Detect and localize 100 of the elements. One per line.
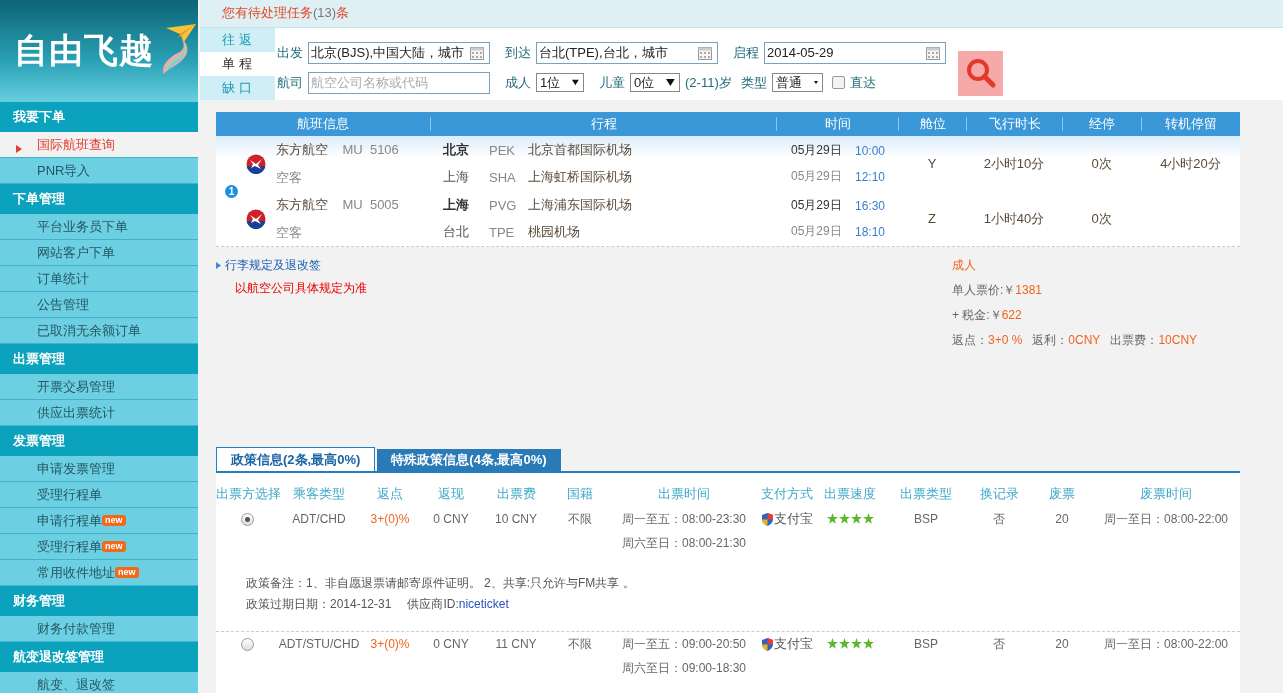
time-text: 12:10: [855, 169, 887, 184]
sidebar-item[interactable]: 订单统计: [0, 266, 198, 292]
column-header: 航班信息: [296, 117, 350, 131]
star-icon: [826, 513, 838, 524]
table-cell-text: 周六至日：08:00-21:30: [620, 535, 748, 552]
sidebar-item[interactable]: 受理行程单 new: [0, 534, 198, 560]
table-cell-text: 20: [1054, 636, 1070, 653]
airline-logo-icon: [246, 208, 266, 229]
time-text: 18:10: [855, 224, 887, 239]
star-icon: [826, 638, 838, 649]
sidebar-item[interactable]: 申请行程单 new: [0, 508, 198, 534]
shield-icon: [761, 512, 773, 526]
column-header: 废票时间: [1139, 485, 1193, 503]
stops-count: 0次: [1090, 209, 1113, 228]
departure-field[interactable]: 北京(BJS),中国大陆，城市: [308, 41, 490, 64]
sidebar-item-label: 网站客户下单: [37, 243, 115, 262]
field-label: 儿童: [599, 73, 625, 92]
sidebar-section-header[interactable]: 下单管理: [0, 184, 198, 214]
sidebar-item-label: 航变、退改签: [37, 675, 115, 693]
column-header: 乘客类型: [292, 485, 346, 503]
pending-tasks-notice[interactable]: 您有待处理任务(13)条: [222, 4, 350, 23]
calendar-icon[interactable]: [697, 44, 713, 61]
direct-checkbox[interactable]: [831, 76, 845, 90]
sidebar-item[interactable]: 公告管理: [0, 292, 198, 318]
sidebar-item-label: 国际航班查询: [37, 135, 115, 154]
sidebar-item-label: 常用收件地址: [37, 563, 115, 582]
sidebar-item-label: 平台业务员下单: [37, 217, 128, 236]
date-text: 05月29日: [791, 223, 843, 240]
rules-note: 以航空公司具体规定为准: [234, 280, 367, 297]
airport-name: 桃园机场: [528, 223, 581, 241]
calendar-icon[interactable]: [469, 44, 485, 61]
table-cell-text: 20: [1054, 511, 1070, 528]
radio-button[interactable]: [240, 513, 254, 526]
aircraft-type: 空客: [276, 168, 303, 187]
date-text: 05月29日: [791, 197, 843, 214]
sidebar-item-label: 财务付款管理: [37, 619, 115, 638]
column-header: 换记录: [978, 485, 1020, 503]
airline-field[interactable]: 航空公司名称或代码: [308, 71, 490, 94]
policy-tab[interactable]: 特殊政策信息(4条,最高0%): [377, 449, 561, 471]
sidebar-section-header[interactable]: 我要下单: [0, 102, 198, 132]
calendar-icon[interactable]: [925, 44, 941, 61]
table-cell-text: 周一至日：08:00-22:00: [1102, 636, 1230, 653]
column-header: 出票方选择: [216, 485, 278, 503]
sidebar-item[interactable]: 国际航班查询: [0, 132, 198, 158]
radio-button[interactable]: [240, 638, 254, 651]
column-header: 返现: [437, 485, 465, 503]
new-badge: new: [102, 515, 126, 526]
sidebar-item[interactable]: 受理行程单: [0, 482, 198, 508]
trip-type-tab[interactable]: 缺 口: [200, 75, 275, 100]
sidebar-item-label: 受理行程单: [37, 485, 102, 504]
table-cell-text: 周一至五：08:00-23:30: [620, 511, 748, 528]
baggage-rules-link[interactable]: 行李规定及退改签: [225, 257, 321, 274]
sidebar-section-header[interactable]: 发票管理: [0, 426, 198, 456]
column-header: 废票: [1048, 485, 1076, 503]
search-button[interactable]: [958, 50, 1003, 96]
date-text: 05月29日: [791, 142, 843, 159]
city: 上海: [443, 196, 470, 214]
sidebar-item[interactable]: 开票交易管理: [0, 374, 198, 400]
column-header: 时间: [776, 117, 898, 131]
column-header: 出票速度: [823, 485, 877, 503]
sidebar-section-header[interactable]: 航变退改签管理: [0, 642, 198, 672]
airport-name: 上海虹桥国际机场: [528, 168, 633, 186]
sidebar-item[interactable]: 网站客户下单: [0, 240, 198, 266]
trip-type-tab[interactable]: 往 返: [200, 27, 275, 52]
field-label: 启程: [733, 43, 759, 62]
adult-select[interactable]: 1位: [536, 73, 584, 93]
flight-name: 东方航空 MU 5005: [276, 195, 399, 214]
column-header: 出票时间: [657, 485, 711, 503]
field-label: 成人: [505, 73, 531, 92]
passenger-type: 成人: [952, 257, 977, 274]
policy-tab[interactable]: 政策信息(2条,最高0%): [216, 447, 376, 471]
column-header: 经停: [1062, 117, 1141, 131]
cabin-class: Z: [927, 211, 937, 226]
new-badge: new: [102, 541, 126, 552]
column-header: 行程: [430, 117, 776, 131]
airport-code: PEK: [489, 142, 516, 158]
table-cell-text: 3+(0)%: [369, 511, 411, 528]
table-cell-text: ADT/CHD: [291, 511, 347, 528]
cabin-class: Y: [926, 156, 938, 171]
city: 北京: [443, 141, 470, 159]
table-cell-text: BSP: [913, 636, 939, 653]
caret-icon: [572, 79, 579, 87]
sidebar-item-label: 已取消无余额订单: [37, 321, 141, 340]
date-field[interactable]: 2014-05-29: [764, 41, 946, 64]
search-icon: [964, 57, 997, 90]
sidebar-section-header[interactable]: 财务管理: [0, 586, 198, 616]
table-cell-text: 不限: [567, 636, 593, 653]
sidebar-item[interactable]: 航变、退改签: [0, 672, 198, 693]
sidebar-section-header[interactable]: 出票管理: [0, 344, 198, 374]
arrival-field[interactable]: 台北(TPE),台北，城市: [536, 41, 718, 64]
child-select[interactable]: 0位: [630, 73, 680, 93]
stops-count: 0次: [1090, 154, 1113, 173]
type-select[interactable]: 普通: [771, 73, 823, 93]
transfer-time: 4小时20分: [1159, 154, 1222, 173]
city: 上海: [443, 168, 470, 186]
sidebar-item[interactable]: 申请发票管理: [0, 456, 198, 482]
star-icon: [862, 513, 874, 524]
flight-name: 东方航空 MU 5106: [276, 140, 399, 159]
sidebar-item[interactable]: 平台业务员下单: [0, 214, 198, 240]
table-cell-text: ADT/STU/CHD: [278, 636, 360, 653]
